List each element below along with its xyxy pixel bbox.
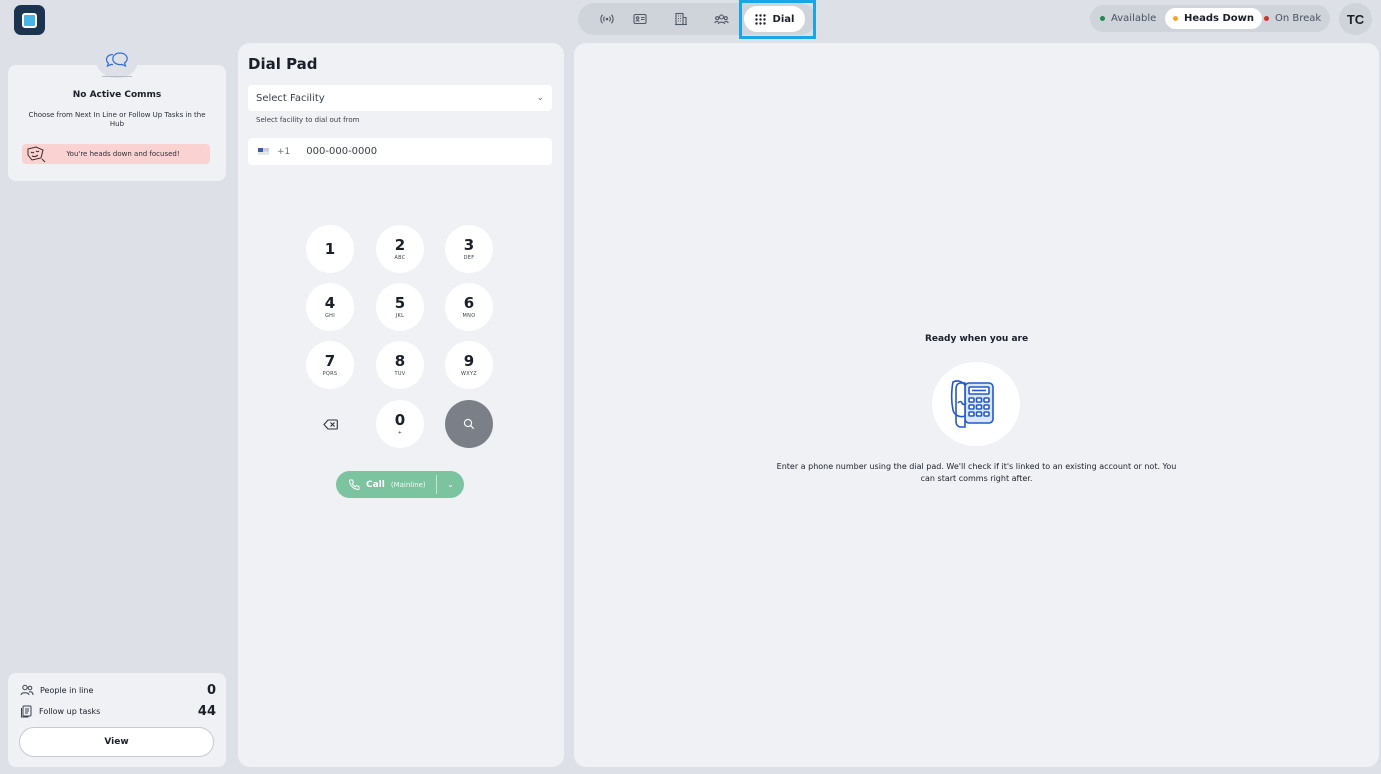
- focus-doodle-icon: [22, 145, 50, 163]
- follow-up-tasks-label: Follow up tasks: [39, 706, 101, 716]
- key-6[interactable]: 6 MNO: [445, 283, 493, 331]
- facility-select[interactable]: Select Facility ⌄: [248, 85, 552, 111]
- people-in-line-count: 0: [206, 682, 216, 698]
- facility-select-value: Select Facility: [256, 92, 325, 104]
- people-in-line-label: People in line: [40, 685, 94, 695]
- ready-title: Ready when you are: [924, 334, 1029, 344]
- dial-pad-panel: Dial Pad Select Facility ⌄ Select facili…: [238, 43, 564, 767]
- follow-up-tasks-row: Follow up tasks 44: [20, 703, 216, 719]
- status-selector: Available Heads Down On Break: [1090, 5, 1330, 32]
- ready-description: Enter a phone number using the dial pad.…: [776, 462, 1177, 483]
- tab-dial[interactable]: Dial: [744, 6, 805, 32]
- broadcast-icon[interactable]: [592, 7, 622, 31]
- call-line-label: (Mainline): [390, 480, 426, 489]
- status-dot-icon: [1264, 16, 1269, 21]
- facility-help-text: Select facility to dial out from: [256, 116, 360, 124]
- status-on-break-label: On Break: [1275, 13, 1322, 24]
- group-icon[interactable]: [706, 7, 736, 31]
- chevron-down-icon: ⌄: [536, 93, 544, 103]
- phone-number-input[interactable]: +1 000-000-0000: [248, 138, 552, 165]
- key-digit: 8: [394, 352, 406, 370]
- key-letters: WXYZ: [460, 371, 478, 377]
- tab-dial-label: Dial: [772, 13, 795, 25]
- people-icon: [20, 684, 34, 696]
- call-button-group: Call (Mainline) ⌄: [336, 471, 464, 498]
- key-1[interactable]: 1: [306, 225, 354, 273]
- lookup-button[interactable]: [445, 400, 493, 448]
- key-digit: 3: [463, 236, 475, 254]
- heads-down-banner: You're heads down and focused!: [22, 144, 210, 164]
- key-8[interactable]: 8 TUV: [376, 341, 424, 389]
- key-letters: ABC: [394, 255, 406, 261]
- us-flag-icon[interactable]: [258, 148, 269, 155]
- desk-phone-illustration: [932, 362, 1020, 446]
- key-digit: 7: [324, 352, 336, 370]
- heads-down-text: You're heads down and focused!: [66, 150, 180, 158]
- key-3[interactable]: 3 DEF: [445, 225, 493, 273]
- tasks-icon: [21, 705, 32, 717]
- key-letters: JKL: [395, 313, 405, 319]
- logo-mark: [22, 12, 37, 28]
- key-digit: 2: [394, 236, 406, 254]
- key-9[interactable]: 9 WXYZ: [445, 341, 493, 389]
- status-available-label: Available: [1111, 13, 1157, 24]
- key-0[interactable]: 0 +: [376, 400, 424, 448]
- follow-up-tasks-count: 44: [197, 703, 216, 719]
- chevron-down-icon: ⌄: [447, 480, 454, 489]
- backspace-button[interactable]: [306, 400, 354, 448]
- key-digit: 1: [324, 240, 336, 258]
- contact-card-icon[interactable]: [625, 7, 655, 31]
- backspace-icon: [322, 418, 338, 430]
- chat-bubbles-icon: [96, 44, 138, 78]
- app-logo[interactable]: [14, 5, 45, 35]
- key-digit: 6: [463, 294, 475, 312]
- phone-number-placeholder: 000-000-0000: [306, 146, 378, 157]
- key-letters: GHI: [324, 313, 335, 319]
- key-digit: 0: [394, 411, 406, 429]
- divider: [102, 76, 132, 77]
- key-5[interactable]: 5 JKL: [376, 283, 424, 331]
- key-4[interactable]: 4 GHI: [306, 283, 354, 331]
- status-available[interactable]: Available: [1092, 8, 1164, 29]
- key-7[interactable]: 7 PQRS: [306, 341, 354, 389]
- building-icon[interactable]: [666, 7, 696, 31]
- comms-subtitle: Choose from Next In Line or Follow Up Ta…: [28, 111, 206, 128]
- status-dot-icon: [1173, 16, 1178, 21]
- desk-phone-icon: [950, 380, 994, 428]
- phone-icon: [348, 479, 360, 490]
- key-letters: +: [397, 430, 403, 436]
- key-letters: DEF: [463, 255, 475, 261]
- status-heads-down[interactable]: Heads Down: [1165, 8, 1263, 29]
- dialpad-icon: [754, 13, 766, 25]
- key-digit: 4: [324, 294, 336, 312]
- view-button[interactable]: View: [19, 727, 214, 757]
- country-code: +1: [277, 146, 291, 157]
- key-2[interactable]: 2 ABC: [376, 225, 424, 273]
- comms-title: No Active Comms: [72, 90, 162, 100]
- search-icon: [463, 418, 475, 430]
- main-panel: Ready when you are Enter a phone number …: [574, 43, 1379, 767]
- status-heads-down-label: Heads Down: [1184, 13, 1255, 24]
- user-avatar[interactable]: TC: [1339, 3, 1372, 35]
- key-letters: MNO: [462, 313, 476, 319]
- call-button[interactable]: Call (Mainline): [336, 479, 436, 491]
- people-in-line-row: People in line 0: [20, 682, 216, 698]
- status-dot-icon: [1100, 16, 1105, 21]
- key-letters: TUV: [394, 371, 406, 377]
- top-nav: Dial: [578, 3, 816, 35]
- status-on-break[interactable]: On Break: [1256, 8, 1329, 29]
- dial-pad-title: Dial Pad: [248, 55, 318, 73]
- key-digit: 9: [463, 352, 475, 370]
- key-digit: 5: [394, 294, 406, 312]
- queue-card: People in line 0 Follow up tasks 44 View: [8, 673, 226, 767]
- call-options-dropdown[interactable]: ⌄: [437, 480, 464, 489]
- key-letters: PQRS: [322, 371, 338, 377]
- call-label: Call: [366, 479, 385, 490]
